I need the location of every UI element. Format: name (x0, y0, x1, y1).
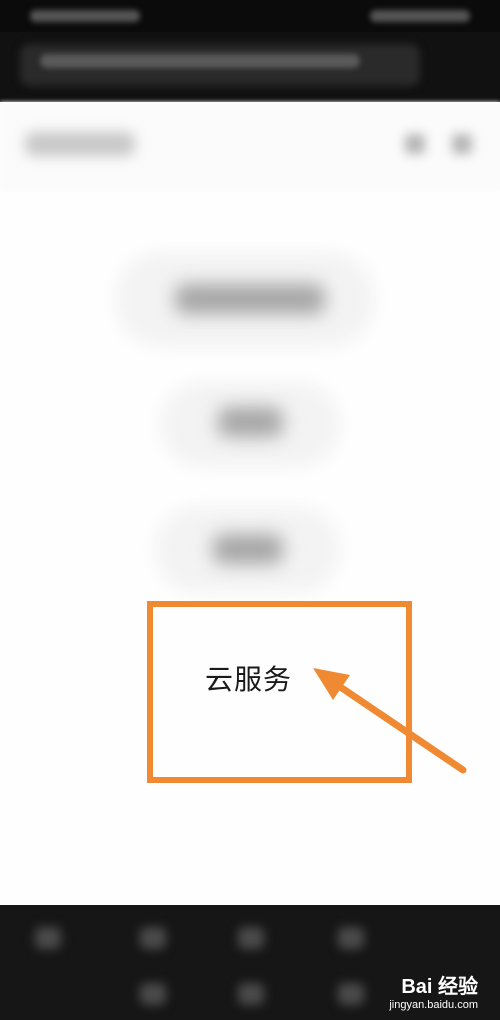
menu-content (0, 192, 500, 904)
watermark-url: jingyan.baidu.com (389, 999, 478, 1011)
menu-item-3-label-blur (213, 534, 283, 564)
page-title-blur (25, 132, 135, 156)
sys-back-icon[interactable] (140, 983, 166, 1005)
cloud-service-item[interactable]: 云服务 (205, 658, 292, 698)
sys-recent-icon[interactable] (338, 983, 364, 1005)
bottom-navigation: Bai 经验 jingyan.baidu.com (0, 905, 500, 1020)
nav-home-icon[interactable] (238, 927, 264, 949)
baidu-jingyan-watermark: Bai 经验 jingyan.baidu.com (389, 976, 478, 1012)
nav-forward-icon[interactable] (140, 927, 166, 949)
nav-back-icon[interactable] (35, 927, 61, 949)
search-icon[interactable] (405, 134, 425, 154)
watermark-brand: Bai 经验 (401, 976, 478, 998)
status-left-blur (30, 10, 140, 22)
nav-tabs-icon[interactable] (338, 927, 364, 949)
sys-home-icon[interactable] (238, 983, 264, 1005)
address-bar[interactable] (0, 32, 500, 102)
page-header (0, 102, 500, 192)
status-bar (0, 0, 500, 32)
more-icon[interactable] (452, 134, 472, 154)
address-text-blur (40, 54, 360, 68)
status-right-blur (370, 10, 470, 22)
menu-item-1-label-blur (175, 284, 325, 314)
menu-item-2-label-blur (218, 407, 283, 437)
